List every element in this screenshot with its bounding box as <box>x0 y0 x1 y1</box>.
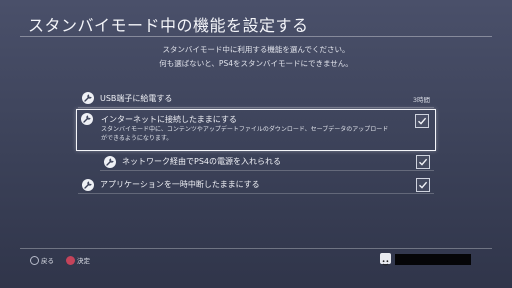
back-label: 戻る <box>41 257 54 265</box>
checkmark-icon <box>418 117 427 125</box>
wrench-icon <box>81 113 93 125</box>
circle-button-icon <box>30 256 39 265</box>
wrench-icon <box>82 92 94 104</box>
stay-connected-description-line-1: スタンバイモード中に、コンテンツやアップデートファイルのダウンロード、セーブデー… <box>101 126 389 133</box>
checkmark-icon <box>419 158 428 166</box>
stay-connected-setting[interactable]: インターネットに接続したままにする スタンバイモード中に、コンテンツやアップデー… <box>76 109 436 151</box>
network-power-on-label: ネットワーク経由でPS4の電源を入れられる <box>122 157 281 166</box>
circle-button-icon <box>66 256 75 265</box>
user-name-redacted <box>395 254 471 265</box>
stay-connected-description-line-2: ができるようになります。 <box>101 135 173 142</box>
back-hint[interactable]: 戻る <box>30 255 54 265</box>
keep-app-suspended-label: アプリケーションを一時中断したままにする <box>100 180 260 189</box>
confirm-label: 決定 <box>77 257 90 265</box>
description-line-2: 何も選ばないと、PS4をスタンバイモードにできません。 <box>159 59 353 68</box>
footer-divider <box>20 248 492 249</box>
network-power-on-setting[interactable]: ネットワーク経由でPS4の電源を入れられる <box>100 153 434 171</box>
page-title: スタンバイモード中の機能を設定する <box>28 16 309 35</box>
usb-power-label: USB端子に給電する <box>100 94 173 103</box>
stay-connected-label: インターネットに接続したままにする <box>101 115 237 124</box>
wrench-icon <box>104 156 116 168</box>
title-divider <box>20 36 492 37</box>
keep-app-suspended-setting[interactable]: アプリケーションを一時中断したままにする <box>78 176 434 194</box>
confirm-hint[interactable]: 決定 <box>66 255 90 265</box>
checkmark-icon <box>419 181 428 189</box>
keep-app-suspended-checkbox[interactable] <box>416 178 430 192</box>
stay-connected-checkbox[interactable] <box>415 114 429 128</box>
description-line-1: スタンバイモード中に利用する機能を選んでください。 <box>162 45 350 54</box>
network-power-on-checkbox[interactable] <box>416 155 430 169</box>
user-avatar <box>380 253 391 266</box>
stay-connected-description: スタンバイモード中に、コンテンツやアップデートファイルのダウンロード、セーブデー… <box>101 125 401 143</box>
usb-power-value: 3時間 <box>412 96 430 104</box>
wrench-icon <box>82 179 94 191</box>
usb-power-setting[interactable]: USB端子に給電する 3時間 <box>78 88 434 108</box>
